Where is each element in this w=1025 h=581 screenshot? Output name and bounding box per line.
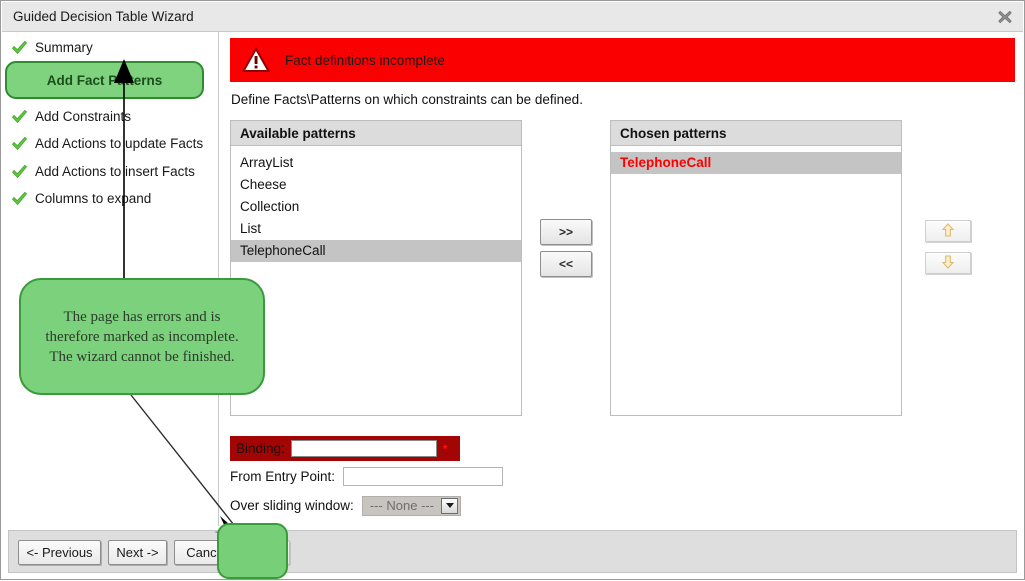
list-item[interactable]: TelephoneCall — [231, 240, 521, 262]
sliding-window-value: --- None --- — [369, 498, 435, 513]
next-button[interactable]: Next -> — [108, 540, 167, 565]
wizard-steps-sidebar: Summary Add Fact Patterns Add Constraint… — [2, 32, 219, 526]
chevron-down-icon — [441, 497, 459, 514]
available-patterns-header: Available patterns — [231, 121, 521, 146]
move-up-button[interactable] — [925, 220, 971, 242]
chosen-patterns-list[interactable]: TelephoneCall — [611, 146, 901, 174]
binding-label: Binding: — [236, 441, 285, 456]
wizard-footer: <- Previous Next -> Cancel Finish — [8, 530, 1017, 573]
page-instruction: Define Facts\Patterns on which constrain… — [231, 92, 583, 107]
add-pattern-button[interactable]: >> — [540, 219, 592, 245]
green-check-icon — [11, 40, 28, 56]
sidebar-item-label: Columns to expand — [35, 191, 152, 206]
sidebar-item-add-actions-update-facts[interactable]: Add Actions to update Facts — [11, 132, 203, 155]
remove-pattern-button[interactable]: << — [540, 251, 592, 277]
required-asterisk-icon: * — [442, 441, 448, 456]
arrow-down-icon — [940, 254, 956, 273]
sidebar-item-add-actions-insert-facts[interactable]: Add Actions to insert Facts — [11, 160, 195, 183]
panel-title: Available patterns — [240, 125, 356, 141]
cancel-button[interactable]: Cancel — [174, 540, 239, 565]
list-item[interactable]: TelephoneCall — [611, 152, 901, 174]
window-titlebar: Guided Decision Table Wizard — [2, 2, 1023, 32]
sidebar-item-add-constraints[interactable]: Add Constraints — [11, 105, 131, 128]
sliding-window-field-row: Over sliding window: --- None --- — [230, 493, 462, 518]
sidebar-item-summary[interactable]: Summary — [11, 36, 93, 59]
sidebar-item-add-fact-patterns[interactable]: Add Fact Patterns — [5, 61, 204, 99]
sidebar-item-label: Add Actions to insert Facts — [35, 164, 195, 179]
error-message: Fact definitions incomplete — [285, 52, 445, 68]
sidebar-item-label: Summary — [35, 40, 93, 55]
sidebar-item-label: Add Fact Patterns — [46, 72, 163, 88]
wizard-window: Guided Decision Table Wizard Summary Add… — [0, 0, 1025, 580]
binding-input[interactable] — [290, 440, 437, 457]
warning-triangle-icon — [241, 46, 271, 73]
entry-point-field-row: From Entry Point: — [230, 464, 504, 489]
sliding-window-label: Over sliding window: — [230, 498, 354, 513]
binding-field-row: Binding: * — [230, 436, 460, 461]
error-banner: Fact definitions incomplete — [230, 38, 1015, 82]
close-icon[interactable] — [997, 9, 1013, 25]
list-item[interactable]: Cheese — [231, 174, 521, 196]
green-check-icon — [11, 136, 28, 152]
sidebar-item-label: Add Actions to update Facts — [35, 136, 204, 151]
move-down-button[interactable] — [925, 252, 971, 274]
list-item[interactable]: ArrayList — [231, 152, 521, 174]
panel-title: Chosen patterns — [620, 125, 727, 141]
previous-button[interactable]: <- Previous — [18, 540, 101, 565]
entry-point-label: From Entry Point: — [230, 469, 336, 484]
finish-button: Finish — [231, 540, 290, 565]
green-check-icon — [11, 109, 28, 125]
available-patterns-panel: Available patterns ArrayList Cheese Coll… — [230, 120, 522, 416]
green-check-icon — [11, 191, 28, 207]
sidebar-item-label: Add Constraints — [35, 109, 132, 124]
window-title: Guided Decision Table Wizard — [13, 9, 194, 24]
green-check-icon — [11, 164, 28, 180]
arrow-up-icon — [940, 222, 956, 241]
chosen-patterns-panel: Chosen patterns TelephoneCall — [610, 120, 902, 416]
wizard-page-content: Fact definitions incomplete Define Facts… — [220, 32, 1024, 526]
list-item[interactable]: Collection — [231, 196, 521, 218]
sliding-window-select[interactable]: --- None --- — [361, 495, 462, 516]
sidebar-item-columns-to-expand[interactable]: Columns to expand — [11, 187, 151, 210]
list-item[interactable]: List — [231, 218, 521, 240]
entry-point-input[interactable] — [343, 467, 504, 486]
chosen-patterns-header: Chosen patterns — [611, 121, 901, 146]
available-patterns-list[interactable]: ArrayList Cheese Collection List Telepho… — [231, 146, 521, 262]
